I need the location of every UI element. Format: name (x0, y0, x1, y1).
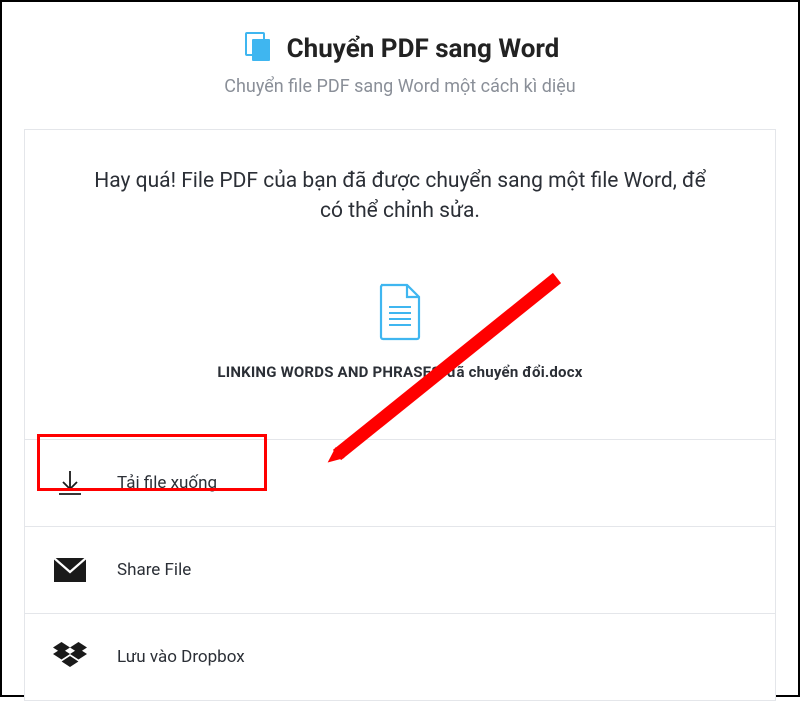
share-button[interactable]: Share File (25, 526, 775, 613)
success-message: Hay quá! File PDF của bạn đã được chuyển… (85, 166, 715, 227)
dropbox-label: Lưu vào Dropbox (117, 647, 245, 667)
dropbox-icon (53, 640, 87, 674)
app-frame: Chuyển PDF sang Word Chuyển file PDF san… (0, 0, 800, 697)
converted-file-block: LINKING WORDS AND PHRASES-đã chuyển đổi.… (85, 283, 715, 429)
result-card: Hay quá! File PDF của bạn đã được chuyển… (24, 129, 776, 701)
dropbox-button[interactable]: Lưu vào Dropbox (25, 613, 775, 700)
converted-file-name: LINKING WORDS AND PHRASES-đã chuyển đổi.… (217, 363, 582, 381)
page-header: Chuyển PDF sang Word Chuyển file PDF san… (24, 30, 776, 97)
share-label: Share File (117, 560, 191, 580)
copy-doc-icon (241, 30, 275, 68)
page-title: Chuyển PDF sang Word (287, 34, 560, 64)
download-button[interactable]: Tải file xuống (25, 439, 775, 526)
envelope-icon (53, 553, 87, 587)
document-icon (377, 283, 423, 345)
download-label: Tải file xuống (117, 473, 217, 493)
page-subtitle: Chuyển file PDF sang Word một cách kì di… (24, 76, 776, 97)
header-title-row: Chuyển PDF sang Word (24, 30, 776, 68)
download-icon (53, 466, 87, 500)
success-block: Hay quá! File PDF của bạn đã được chuyển… (25, 130, 775, 439)
